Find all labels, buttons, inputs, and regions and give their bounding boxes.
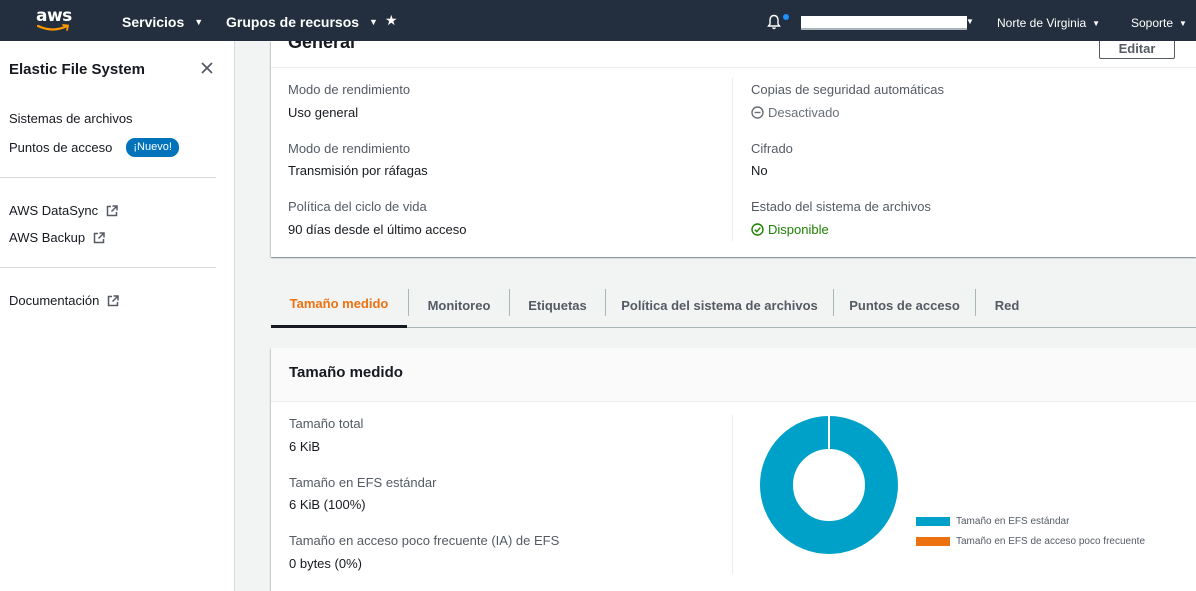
region-label: Norte de Virginia — [997, 16, 1087, 30]
close-icon[interactable] — [199, 60, 215, 76]
legend-swatch — [916, 537, 950, 546]
column-divider — [732, 415, 733, 574]
new-badge: ¡Nuevo! — [126, 138, 179, 157]
edit-button[interactable]: Editar — [1099, 41, 1175, 59]
chevron-down-icon: ▼ — [966, 17, 974, 26]
tab-network[interactable]: Red — [976, 282, 1038, 328]
legend-item-standard: Tamaño en EFS estándar — [916, 516, 1069, 527]
aws-logo[interactable]: aws — [36, 7, 76, 35]
legend-item-infrequent: Tamaño en EFS de acceso poco frecuente — [916, 536, 1145, 547]
ia-size-label: Tamaño en acceso poco frecuente (IA) de … — [289, 533, 560, 548]
services-menu[interactable]: Servicios ▼ — [122, 14, 203, 30]
ia-size-value: 0 bytes (0%) — [289, 556, 362, 571]
external-link-icon — [106, 204, 118, 216]
support-label: Soporte — [1131, 16, 1174, 30]
aws-smile-icon — [37, 24, 70, 31]
aws-logo-text: aws — [36, 6, 72, 26]
bell-icon[interactable] — [766, 14, 782, 30]
sidebar-item-backup[interactable]: AWS Backup — [9, 230, 105, 245]
services-label: Servicios — [122, 14, 185, 30]
external-link-icon — [108, 294, 120, 306]
chevron-down-icon: ▼ — [1092, 18, 1101, 28]
support-menu[interactable]: Soporte ▼ — [1131, 16, 1187, 30]
tab-file-system-policy[interactable]: Política del sistema de archivos — [606, 282, 833, 328]
automatic-backups-label: Copias de seguridad automáticas — [751, 82, 944, 97]
notification-dot — [783, 14, 789, 20]
total-size-value: 6 KiB — [289, 439, 321, 454]
sidebar-item-label: AWS Backup — [9, 230, 86, 245]
disabled-icon — [751, 106, 764, 119]
sidebar-item-file-systems[interactable]: Sistemas de archivos — [9, 111, 133, 126]
file-system-state-label: Estado del sistema de archivos — [751, 199, 931, 214]
metered-size-header: Tamaño medido — [271, 348, 1196, 402]
general-title: General — [288, 41, 356, 52]
tab-metered-size[interactable]: Tamaño medido — [271, 282, 407, 328]
sidebar-title: Elastic File System — [9, 61, 145, 78]
automatic-backups-text: Desactivado — [768, 105, 840, 120]
general-panel-header: General Editar — [271, 41, 1196, 68]
file-system-state-text: Disponible — [768, 222, 829, 237]
tab-tags[interactable]: Etiquetas — [510, 282, 605, 328]
check-circle-icon — [751, 223, 764, 236]
pin-icon[interactable]: ★ — [385, 12, 398, 29]
region-menu[interactable]: Norte de Virginia ▼ — [997, 16, 1100, 30]
encryption-value: No — [751, 163, 768, 178]
sidebar-item-documentation[interactable]: Documentación — [9, 293, 120, 308]
metered-size-title: Tamaño medido — [289, 364, 403, 381]
throughput-mode-label: Modo de rendimiento — [288, 141, 411, 156]
general-panel: General Editar Modo de rendimiento Uso g… — [271, 41, 1196, 257]
file-system-state-value: Disponible — [751, 222, 829, 237]
chevron-down-icon: ▼ — [369, 17, 378, 27]
throughput-mode-value: Transmisión por ráfagas — [288, 163, 428, 178]
standard-size-label: Tamaño en EFS estándar — [289, 475, 437, 490]
encryption-label: Cifrado — [751, 141, 793, 156]
sidebar: Elastic File System Sistemas de archivos… — [0, 41, 235, 591]
lifecycle-policy-label: Política del ciclo de vida — [288, 199, 427, 214]
divider — [0, 267, 216, 268]
total-size-label: Tamaño total — [289, 416, 364, 431]
sidebar-item-datasync[interactable]: AWS DataSync — [9, 203, 118, 218]
account-menu[interactable] — [801, 16, 967, 30]
legend-swatch — [916, 517, 950, 526]
sidebar-item-access-points[interactable]: Puntos de acceso ¡Nuevo! — [9, 138, 179, 157]
divider — [0, 177, 216, 178]
performance-mode-value: Uso general — [288, 105, 359, 120]
resource-groups-label: Grupos de recursos — [226, 14, 360, 30]
legend-label: Tamaño en EFS estándar — [956, 516, 1070, 527]
sidebar-item-label: Documentación — [9, 293, 100, 308]
performance-mode-label: Modo de rendimiento — [288, 82, 411, 97]
tab-bar: Tamaño medido Monitoreo Etiquetas Políti… — [271, 282, 1196, 328]
sidebar-item-label: Sistemas de archivos — [9, 111, 133, 126]
lifecycle-policy-value: 90 días desde el último acceso — [288, 222, 467, 237]
resource-groups-menu[interactable]: Grupos de recursos ▼ — [226, 14, 378, 30]
tab-monitoring[interactable]: Monitoreo — [409, 282, 509, 328]
column-divider — [732, 78, 733, 241]
automatic-backups-value: Desactivado — [751, 105, 840, 120]
metered-size-panel: Tamaño medido Tamaño total 6 KiB Tamaño … — [271, 348, 1196, 591]
standard-size-value: 6 KiB (100%) — [289, 497, 366, 512]
sidebar-item-label: Puntos de acceso — [9, 140, 113, 155]
chevron-down-icon: ▼ — [1179, 18, 1187, 28]
storage-donut-chart — [760, 415, 898, 554]
sidebar-item-label: AWS DataSync — [9, 203, 99, 218]
legend-label: Tamaño en EFS de acceso poco frecuente — [956, 536, 1146, 547]
top-navigation: aws Servicios ▼ Grupos de recursos ▼ ★ ▼… — [0, 0, 1196, 41]
external-link-icon — [93, 231, 105, 243]
tab-access-points[interactable]: Puntos de acceso — [834, 282, 975, 328]
chevron-down-icon: ▼ — [194, 17, 204, 27]
